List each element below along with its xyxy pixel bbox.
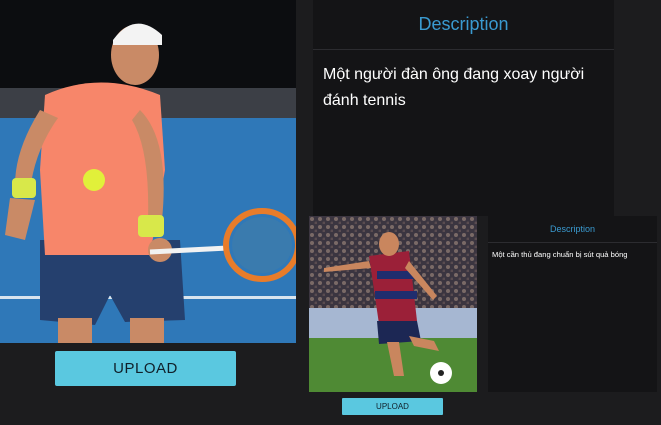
description-title: Description <box>418 14 509 34</box>
secondary-image <box>309 216 477 392</box>
description-panel-secondary: Description Một cần thủ đang chuẩn bị sú… <box>488 216 657 392</box>
app-stage: UPLOAD Description Một người đàn ông đan… <box>0 0 661 425</box>
upload-button-secondary[interactable]: UPLOAD <box>342 398 443 415</box>
description-header: Description <box>313 0 614 50</box>
panel-gap <box>614 0 661 216</box>
main-image <box>0 0 296 343</box>
description-text: Một người đàn ông đang xoay người đánh t… <box>323 66 585 109</box>
description-title-secondary: Description <box>549 224 596 234</box>
upload-button-main[interactable]: UPLOAD <box>55 351 236 386</box>
description-text-secondary: Một cần thủ đang chuẩn bị sút quả bóng <box>492 250 628 259</box>
description-header-secondary: Description <box>488 216 657 243</box>
description-panel-main: Description Một người đàn ông đang xoay … <box>313 0 614 216</box>
